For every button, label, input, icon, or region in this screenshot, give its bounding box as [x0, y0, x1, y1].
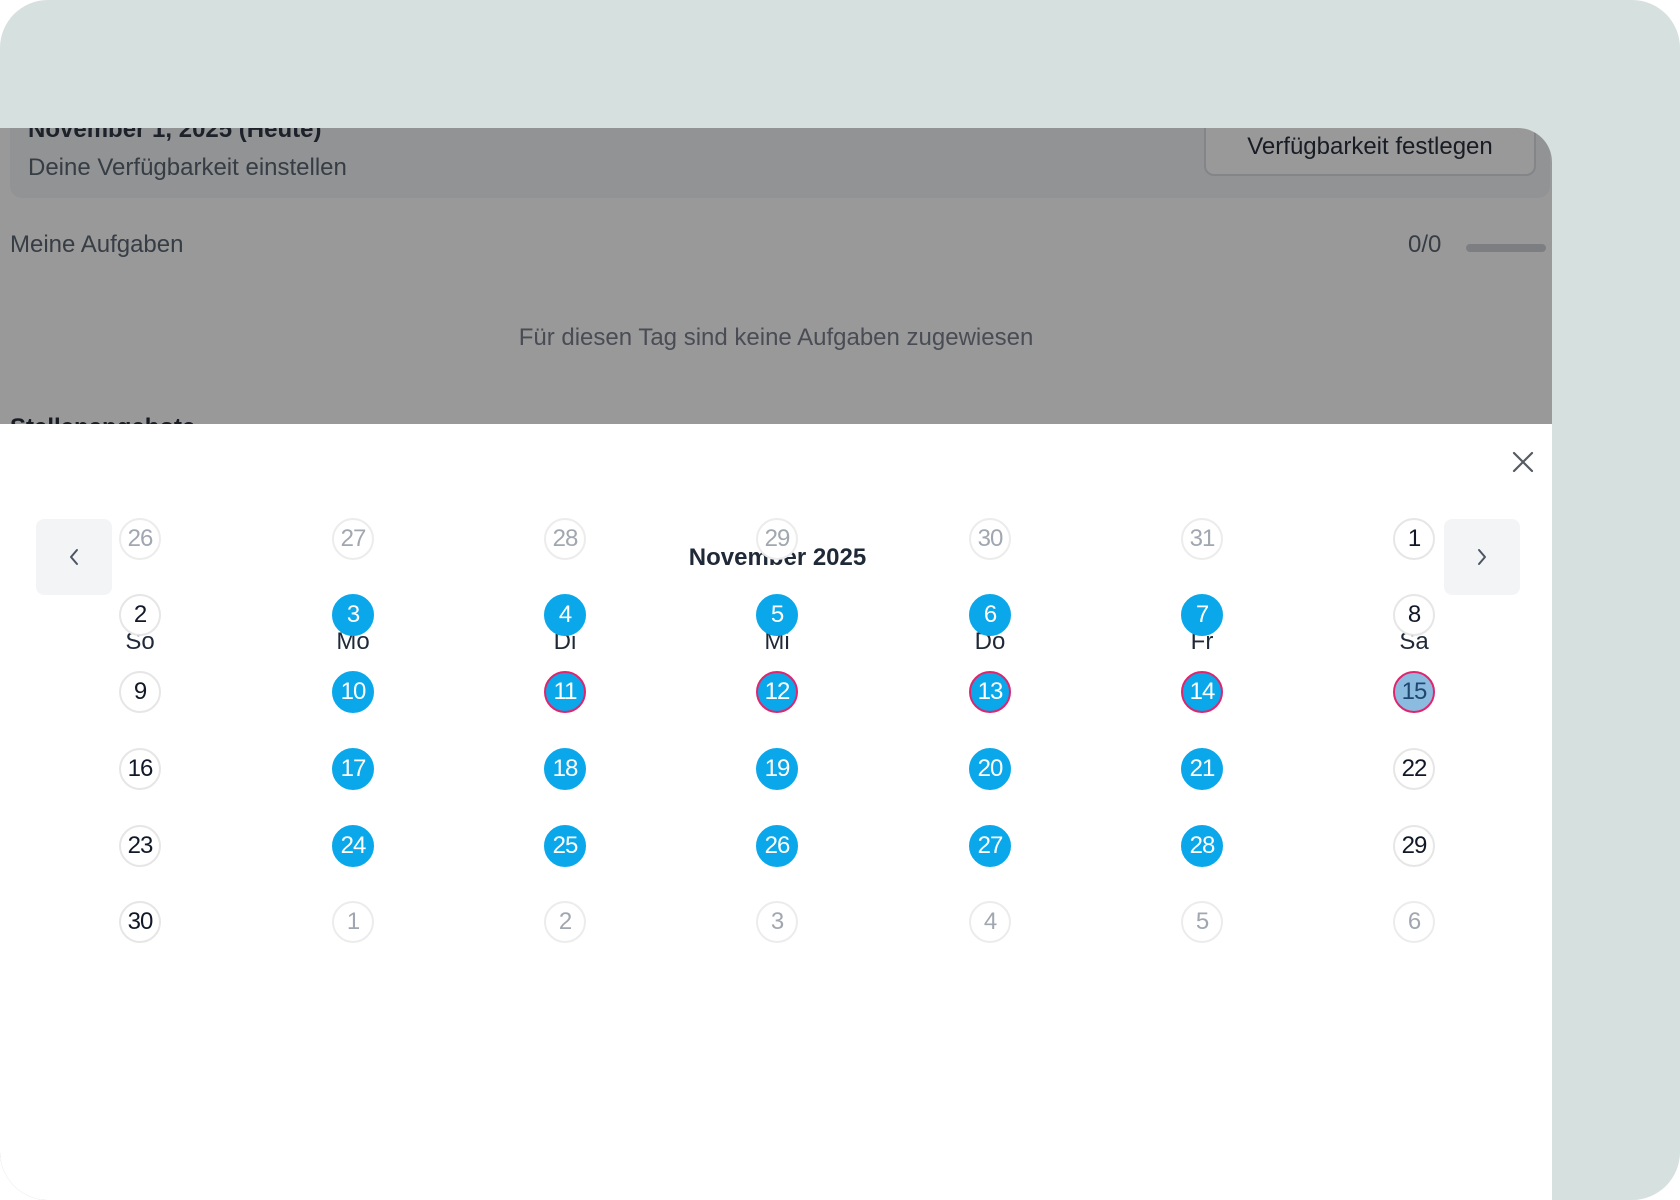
- day-cell-available[interactable]: 28: [1181, 825, 1223, 867]
- day-cell-outside[interactable]: 26: [119, 518, 161, 560]
- calendar-sheet: November 2025 So Mo Di Mi Do Fr Sa 26 27 28 29 30 3…: [0, 424, 1552, 1200]
- day-cell-outside[interactable]: 1: [332, 901, 374, 943]
- day-cell-available[interactable]: 6: [969, 594, 1011, 636]
- day-cell-normal[interactable]: 23: [119, 825, 161, 867]
- device-frame: November 1, 2025 (Heute) Deine Verfügbar…: [0, 0, 1680, 1200]
- day-cell-available[interactable]: 26: [756, 825, 798, 867]
- day-cell-available[interactable]: 7: [1181, 594, 1223, 636]
- day-cell-outside[interactable]: 29: [756, 518, 798, 560]
- day-cell-available[interactable]: 21: [1181, 748, 1223, 790]
- day-cell-available[interactable]: 4: [544, 594, 586, 636]
- day-cell-available[interactable]: 25: [544, 825, 586, 867]
- day-cell-available[interactable]: 10: [332, 671, 374, 713]
- day-cell-selected[interactable]: 15: [1393, 671, 1435, 713]
- day-cell-outside[interactable]: 28: [544, 518, 586, 560]
- close-button[interactable]: [1505, 444, 1541, 480]
- day-cell-marked[interactable]: 11: [544, 671, 586, 713]
- day-cell-normal[interactable]: 30: [119, 901, 161, 943]
- day-cell-available[interactable]: 18: [544, 748, 586, 790]
- day-cell-normal[interactable]: 2: [119, 594, 161, 636]
- day-cell-available[interactable]: 19: [756, 748, 798, 790]
- next-month-button[interactable]: [1444, 519, 1520, 595]
- close-icon: [1512, 451, 1534, 473]
- day-cell-normal[interactable]: 1: [1393, 518, 1435, 560]
- day-cell-outside[interactable]: 27: [332, 518, 374, 560]
- app-screen: November 1, 2025 (Heute) Deine Verfügbar…: [0, 128, 1552, 1200]
- day-cell-available[interactable]: 20: [969, 748, 1011, 790]
- day-cell-available[interactable]: 5: [756, 594, 798, 636]
- day-cell-normal[interactable]: 16: [119, 748, 161, 790]
- day-cell-outside[interactable]: 2: [544, 901, 586, 943]
- day-cell-available[interactable]: 3: [332, 594, 374, 636]
- chevron-right-icon: [1478, 549, 1486, 565]
- day-cell-normal[interactable]: 22: [1393, 748, 1435, 790]
- day-cell-available[interactable]: 24: [332, 825, 374, 867]
- day-cell-outside[interactable]: 30: [969, 518, 1011, 560]
- day-cell-marked[interactable]: 13: [969, 671, 1011, 713]
- day-cell-outside[interactable]: 4: [969, 901, 1011, 943]
- day-cell-normal[interactable]: 29: [1393, 825, 1435, 867]
- day-cell-normal[interactable]: 8: [1393, 594, 1435, 636]
- day-cell-marked[interactable]: 12: [756, 671, 798, 713]
- day-cell-normal[interactable]: 9: [119, 671, 161, 713]
- day-cell-outside[interactable]: 5: [1181, 901, 1223, 943]
- day-cell-outside[interactable]: 3: [756, 901, 798, 943]
- day-cell-available[interactable]: 27: [969, 825, 1011, 867]
- day-cell-marked[interactable]: 14: [1181, 671, 1223, 713]
- day-cell-available[interactable]: 17: [332, 748, 374, 790]
- day-cell-outside[interactable]: 6: [1393, 901, 1435, 943]
- day-cell-outside[interactable]: 31: [1181, 518, 1223, 560]
